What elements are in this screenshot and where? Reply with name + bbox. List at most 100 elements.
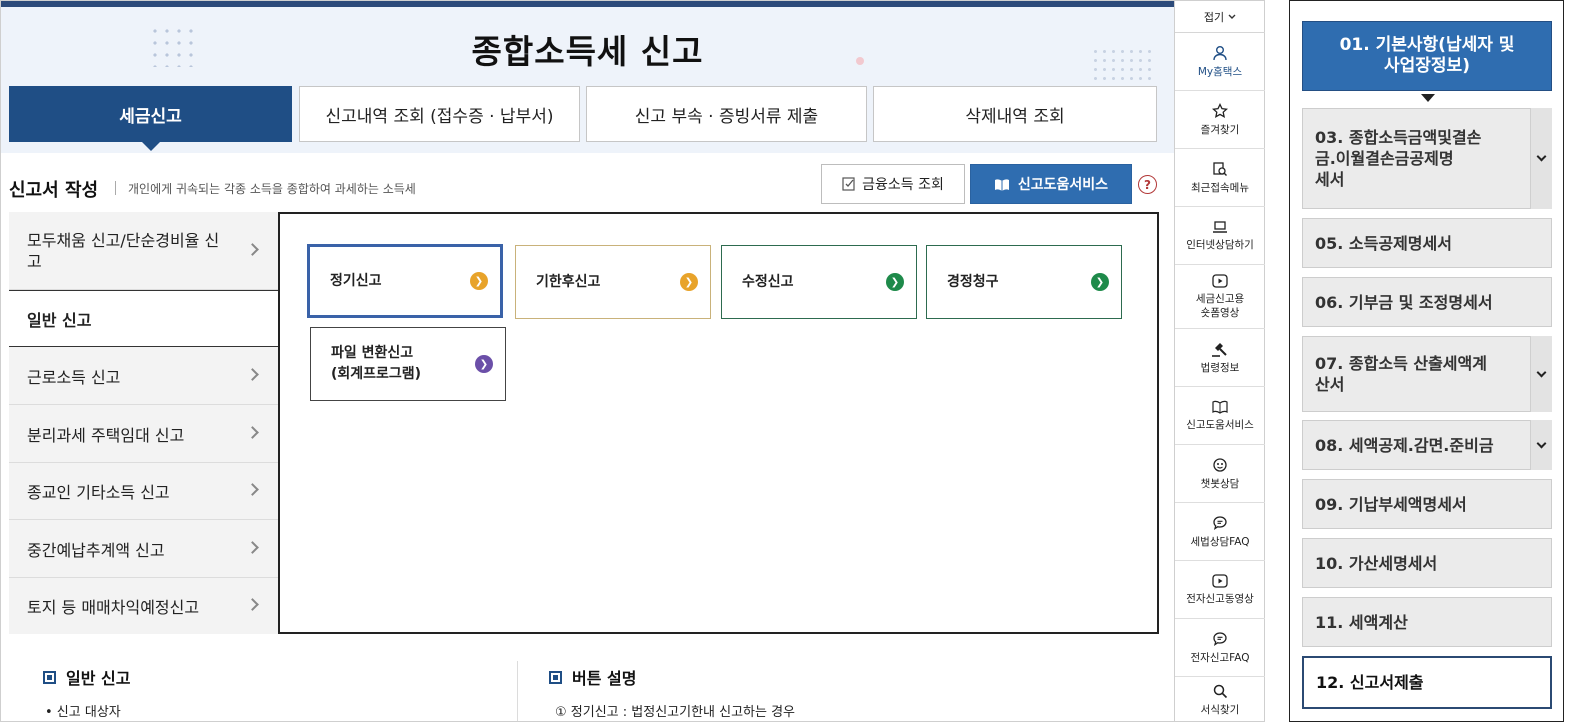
- quick-my-hometax[interactable]: My홈택스: [1175, 33, 1265, 91]
- chevron-right-icon: [246, 367, 259, 381]
- card-label: 경정청구: [947, 273, 999, 290]
- quick-favorites[interactable]: 즐겨찾기: [1175, 91, 1265, 149]
- menu-item-label: 분리과세 주택임대 신고: [27, 425, 185, 445]
- arrow-down-icon: [1421, 94, 1435, 102]
- step-01-basic-info[interactable]: 01. 기본사항(납세자 및 사업장정보): [1302, 21, 1552, 91]
- chevron-right-icon: [246, 598, 259, 611]
- person-icon: [1213, 45, 1227, 60]
- quick-label: 법령정보: [1200, 361, 1240, 374]
- step-09-prepaid-tax[interactable]: 09. 기납부세액명세서: [1302, 479, 1552, 529]
- step-11-tax-calculation[interactable]: 11. 세액계산: [1302, 597, 1552, 647]
- chevron-down-icon[interactable]: [1530, 336, 1552, 412]
- arrow-right-icon: ❯: [886, 273, 904, 291]
- step-label: 07. 종합소득 산출세액계 산서: [1315, 354, 1487, 394]
- tab-deleted-history[interactable]: 삭제내역 조회: [873, 86, 1157, 142]
- quick-tax-law-faq[interactable]: 세법상담FAQ: [1175, 503, 1265, 561]
- arrow-right-icon: ❯: [1091, 273, 1109, 291]
- menu-item-label: 토지 등 매매차익예정신고: [27, 598, 200, 617]
- chat-icon: [1213, 631, 1227, 646]
- square-bullet-icon: [43, 670, 56, 684]
- menu-item-religious-income[interactable]: 종교인 기타소득 신고: [9, 463, 279, 520]
- tab-filing-history[interactable]: 신고내역 조회 (접수증 · 납부서): [299, 86, 580, 142]
- step-label: 09. 기납부세액명세서: [1315, 494, 1467, 514]
- play-icon: [1212, 573, 1228, 588]
- fold-button[interactable]: 접기: [1175, 1, 1265, 33]
- refund-claim-card[interactable]: 경정청구 ❯: [926, 245, 1122, 319]
- quick-label: 세법상담FAQ: [1190, 535, 1250, 548]
- menu-item-earned-income[interactable]: 근로소득 신고: [9, 347, 279, 405]
- menu-item-general-filing[interactable]: 일반 신고: [9, 290, 281, 347]
- amended-filing-card[interactable]: 수정신고 ❯: [721, 245, 917, 319]
- help-icon[interactable]: ?: [1138, 175, 1157, 194]
- regular-filing-card[interactable]: 정기신고 ❯: [307, 244, 503, 318]
- section-title: 신고서 작성: [9, 180, 99, 201]
- card-label: 기한후신고: [536, 273, 601, 290]
- card-label: 정기신고: [330, 272, 382, 289]
- chevron-right-icon: [246, 242, 259, 256]
- filing-options-panel: 정기신고 ❯ 기한후신고 ❯ 수정신고 ❯ 경정청구 ❯ 파일 변환신고 (회계…: [278, 212, 1159, 634]
- step-label: 08. 세액공제.감면.준비금: [1315, 435, 1494, 455]
- step-10-penalty-tax[interactable]: 10. 가산세명세서: [1302, 538, 1552, 588]
- step-label: 05. 소득공제명세서: [1315, 233, 1452, 253]
- search-icon: [1213, 684, 1227, 698]
- quick-label: 전자신고FAQ: [1190, 651, 1250, 664]
- section-description: 개인에게 귀속되는 각종 소득을 종합하여 과세하는 소득세: [128, 182, 416, 196]
- menu-item-land-sale[interactable]: 토지 등 매매차익예정신고: [9, 578, 279, 634]
- page-title: 종합소득세 신고: [471, 32, 704, 71]
- quick-form-search[interactable]: 서식찾기: [1175, 677, 1265, 722]
- quick-menu-bar: 접기 My홈택스 즐겨찾기 최근접속메뉴 인터넷상담하기 세금신고용 숏폼영상 …: [1175, 0, 1265, 722]
- heading-text: 일반 신고: [66, 669, 131, 688]
- financial-income-label: 금융소득 조회: [862, 177, 944, 193]
- quick-shortform-video[interactable]: 세금신고용 숏폼영상: [1175, 265, 1265, 329]
- step-label: 01. 기본사항(납세자 및 사업장정보): [1339, 35, 1515, 76]
- chevron-down-icon[interactable]: [1530, 108, 1552, 209]
- tab-attachment-submit[interactable]: 신고 부속 · 증빙서류 제출: [586, 86, 867, 142]
- divider: [115, 181, 116, 195]
- quick-label: 챗봇상담: [1200, 477, 1240, 490]
- quick-label: 서식찾기: [1200, 703, 1240, 716]
- chevron-right-icon: [246, 540, 259, 554]
- chevron-down-icon[interactable]: [1530, 420, 1552, 470]
- main-tabs: 세금신고 신고내역 조회 (접수증 · 납부서) 신고 부속 · 증빙서류 제출…: [9, 86, 1159, 151]
- quick-help-service[interactable]: 신고도움서비스: [1175, 387, 1265, 445]
- quick-efiling-video[interactable]: 전자신고동영상: [1175, 561, 1265, 619]
- fold-label: 접기: [1203, 10, 1225, 24]
- square-bullet-icon: [549, 670, 562, 684]
- chevron-down-icon: [1228, 14, 1236, 19]
- financial-income-button[interactable]: 금융소득 조회: [821, 164, 965, 204]
- star-icon: [1212, 102, 1228, 118]
- menu-item-label: 일반 신고: [27, 310, 92, 330]
- step-12-submit-return[interactable]: 12. 신고서제출: [1302, 656, 1552, 709]
- divider: [517, 661, 518, 721]
- form-header: 신고서 작성 개인에게 귀속되는 각종 소득을 종합하여 과세하는 소득세 금융…: [9, 164, 1159, 210]
- card-label: 수정신고: [742, 273, 794, 290]
- help-service-button[interactable]: 신고도움서비스: [970, 164, 1132, 204]
- menu-item-housing-rental[interactable]: 분리과세 주택임대 신고: [9, 405, 279, 463]
- heading-text: 버튼 설명: [572, 669, 637, 688]
- menu-item-interim-prepayment[interactable]: 중간예납추계액 신고: [9, 520, 279, 578]
- tab-tax-filing[interactable]: 세금신고: [9, 86, 292, 151]
- laptop-icon: [1213, 220, 1227, 233]
- step-07-tax-calculation-sheet[interactable]: 07. 종합소득 산출세액계 산서: [1302, 336, 1552, 412]
- late-filing-card[interactable]: 기한후신고 ❯: [515, 245, 711, 319]
- step-label: 06. 기부금 및 조정명세서: [1315, 292, 1493, 312]
- quick-efiling-faq[interactable]: 전자신고FAQ: [1175, 619, 1265, 677]
- checklist-icon: [842, 177, 855, 191]
- quick-law-info[interactable]: 법령정보: [1175, 329, 1265, 387]
- step-03-income-amount[interactable]: 03. 종합소득금액및결손 금.이월결손금공제명 세서: [1302, 108, 1552, 209]
- quick-recent-menu[interactable]: 최근접속메뉴: [1175, 149, 1265, 207]
- quick-label: 세금신고용 숏폼영상: [1195, 292, 1245, 319]
- quick-label: 전자신고동영상: [1186, 592, 1254, 605]
- book-icon: [994, 178, 1009, 191]
- step-06-donation[interactable]: 06. 기부금 및 조정명세서: [1302, 277, 1552, 327]
- quick-online-consult[interactable]: 인터넷상담하기: [1175, 207, 1265, 265]
- step-label: 12. 신고서제출: [1316, 673, 1424, 692]
- quick-chatbot[interactable]: 챗봇상담: [1175, 445, 1265, 503]
- quick-label: My홈택스: [1197, 65, 1243, 78]
- menu-item-simple-filing[interactable]: 모두채움 신고/단순경비율 신고: [9, 212, 279, 290]
- step-05-income-deduction[interactable]: 05. 소득공제명세서: [1302, 218, 1552, 268]
- quick-label: 신고도움서비스: [1186, 418, 1254, 431]
- step-08-tax-credits[interactable]: 08. 세액공제.감면.준비금: [1302, 420, 1552, 470]
- chevron-right-icon: [246, 425, 259, 439]
- file-conversion-card[interactable]: 파일 변환신고 (회계프로그램) ❯: [310, 327, 506, 401]
